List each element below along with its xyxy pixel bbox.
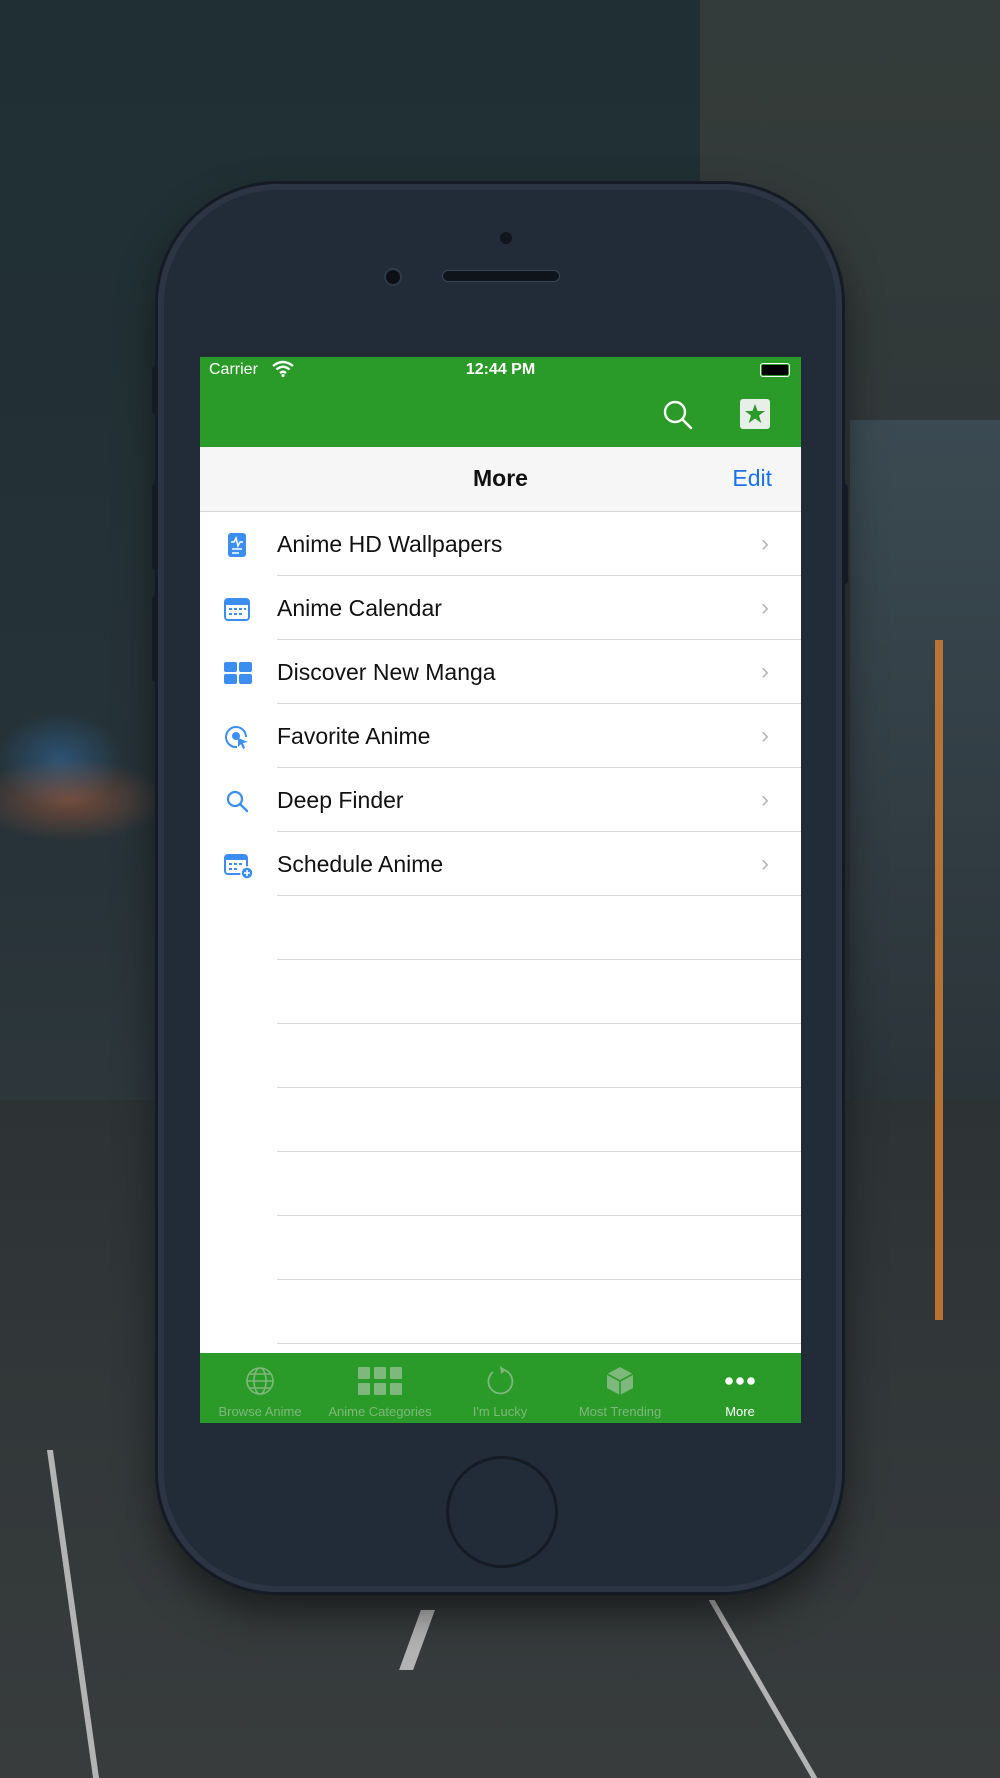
menu-item-label: Anime Calendar bbox=[277, 595, 442, 621]
chevron-right-icon: › bbox=[761, 530, 769, 557]
calendar-add-icon bbox=[224, 852, 254, 880]
menu-item-anime-hd-wallpapers[interactable]: Anime HD Wallpapers › bbox=[200, 512, 801, 576]
tab-more[interactable]: More bbox=[680, 1353, 800, 1423]
search-icon[interactable] bbox=[660, 397, 696, 433]
cube-icon bbox=[604, 1365, 636, 1397]
chevron-right-icon: › bbox=[761, 722, 769, 749]
grid-tiles-icon bbox=[224, 660, 252, 686]
chevron-right-icon: › bbox=[761, 594, 769, 621]
magnifier-icon bbox=[224, 788, 250, 814]
tab-im-lucky[interactable]: I'm Lucky bbox=[440, 1353, 560, 1423]
empty-row bbox=[200, 1280, 801, 1344]
empty-row bbox=[200, 1152, 801, 1216]
navigation-bar: More Edit bbox=[200, 447, 801, 512]
home-button[interactable] bbox=[446, 1456, 558, 1568]
more-menu-list: Anime HD Wallpapers › Anime Calendar › D… bbox=[200, 512, 801, 1344]
menu-item-favorite-anime[interactable]: Favorite Anime › bbox=[200, 704, 801, 768]
app-screen: Carrier 12:44 PM More Edit Anime HD Wall… bbox=[200, 357, 801, 1423]
chevron-right-icon: › bbox=[761, 850, 769, 877]
tab-label: More bbox=[725, 1404, 755, 1419]
camera-dot bbox=[500, 232, 512, 244]
page-title: More bbox=[473, 465, 528, 491]
top-toolbar bbox=[200, 385, 801, 447]
empty-row bbox=[200, 1216, 801, 1280]
empty-row bbox=[200, 1088, 801, 1152]
menu-item-schedule-anime[interactable]: Schedule Anime › bbox=[200, 832, 801, 896]
menu-item-label: Deep Finder bbox=[277, 787, 404, 813]
tab-browse-anime[interactable]: Browse Anime bbox=[200, 1353, 320, 1423]
menu-item-anime-calendar[interactable]: Anime Calendar › bbox=[200, 576, 801, 640]
tab-bar: Browse Anime Anime Categories I'm Lucky … bbox=[200, 1353, 801, 1423]
empty-row bbox=[200, 896, 801, 960]
menu-item-label: Discover New Manga bbox=[277, 659, 496, 685]
empty-row bbox=[200, 960, 801, 1024]
battery-icon bbox=[760, 363, 790, 377]
status-time: 12:44 PM bbox=[465, 361, 536, 378]
menu-item-label: Schedule Anime bbox=[277, 851, 444, 877]
calendar-icon bbox=[224, 596, 250, 622]
globe-icon bbox=[244, 1365, 276, 1397]
chevron-right-icon: › bbox=[761, 658, 769, 685]
menu-item-deep-finder[interactable]: Deep Finder › bbox=[200, 768, 801, 832]
tab-anime-categories[interactable]: Anime Categories bbox=[320, 1353, 440, 1423]
front-camera bbox=[384, 268, 402, 286]
background-building bbox=[850, 420, 1000, 1120]
menu-item-discover-new-manga[interactable]: Discover New Manga › bbox=[200, 640, 801, 704]
tab-label: Anime Categories bbox=[328, 1404, 432, 1419]
menu-item-label: Favorite Anime bbox=[277, 723, 431, 749]
tab-label: I'm Lucky bbox=[472, 1404, 528, 1419]
tab-label: Browse Anime bbox=[218, 1404, 302, 1419]
grid-icon bbox=[358, 1365, 402, 1397]
tab-label: Most Trending bbox=[578, 1404, 662, 1419]
tab-most-trending[interactable]: Most Trending bbox=[560, 1353, 680, 1423]
chevron-right-icon: › bbox=[761, 786, 769, 813]
wallpaper-doc-icon bbox=[224, 532, 250, 558]
speaker-grille bbox=[442, 270, 560, 282]
status-bar: Carrier 12:44 PM bbox=[200, 357, 801, 385]
empty-row bbox=[200, 1024, 801, 1088]
target-cursor-icon bbox=[224, 724, 250, 750]
ellipsis-icon bbox=[724, 1365, 756, 1397]
edit-button[interactable]: Edit bbox=[732, 465, 772, 492]
menu-item-label: Anime HD Wallpapers bbox=[277, 531, 503, 557]
star-square-icon[interactable] bbox=[740, 399, 770, 429]
refresh-icon bbox=[484, 1365, 516, 1397]
